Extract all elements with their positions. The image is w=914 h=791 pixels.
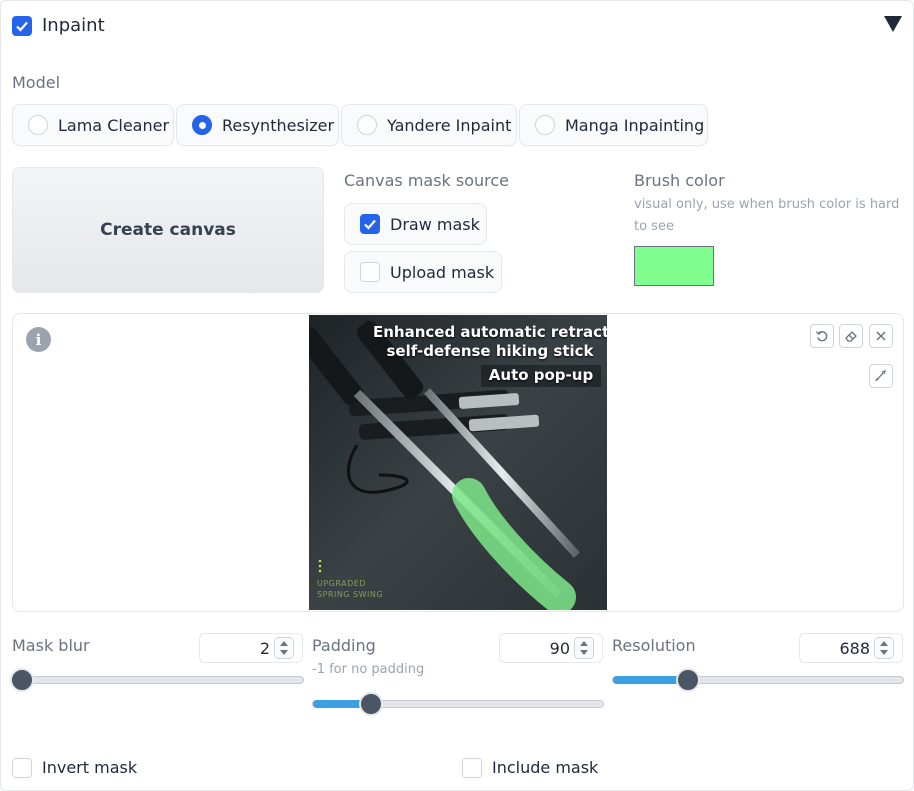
draw-mask-label: Draw mask — [390, 214, 480, 234]
eraser-icon[interactable] — [839, 324, 863, 348]
image-caption-line2: self-defense hiking stick — [386, 342, 594, 360]
resolution-value: 688 — [839, 639, 870, 658]
mask-source-label: Canvas mask source — [344, 171, 510, 190]
brush-color-swatch[interactable] — [634, 246, 714, 286]
image-caption-line3: Auto pop-up — [488, 366, 594, 384]
resolution-label: Resolution — [612, 636, 696, 655]
upload-mask-checkbox[interactable]: Upload mask — [344, 251, 502, 293]
brush-color-info: visual only, use when brush color is har… — [634, 197, 900, 234]
invert-mask-label[interactable]: Invert mask — [42, 758, 137, 777]
checkbox-checked-icon — [360, 214, 380, 234]
image-small-text1: UPGRADED — [317, 579, 366, 588]
upload-mask-label: Upload mask — [390, 262, 495, 282]
mask-blur-slider[interactable] — [9, 668, 304, 692]
padding-label: Padding — [312, 636, 376, 655]
mask-blur-input[interactable]: 2 — [199, 633, 303, 663]
create-canvas-button[interactable]: Create canvas — [12, 167, 324, 293]
mask-blur-thumb[interactable] — [9, 668, 34, 692]
resolution-input[interactable]: 688 — [799, 633, 903, 663]
model-option-manga-inpainting[interactable]: Manga Inpainting — [519, 104, 708, 146]
image-caption-line1: Enhanced automatic retractable — [373, 323, 607, 341]
checkbox-icon — [360, 262, 380, 282]
radio-icon — [357, 115, 377, 135]
collapse-triangle-icon[interactable] — [884, 16, 902, 32]
model-label: Model — [12, 73, 61, 92]
inpaint-title[interactable]: Inpaint — [42, 15, 105, 36]
canvas-image[interactable]: Enhanced automatic retractable self-defe… — [309, 315, 607, 610]
draw-mask-checkbox[interactable]: Draw mask — [344, 203, 487, 245]
radio-selected-icon — [192, 115, 212, 135]
include-mask-label[interactable]: Include mask — [492, 758, 598, 777]
resolution-slider[interactable] — [612, 668, 904, 692]
padding-stepper[interactable] — [574, 637, 594, 659]
checkmark-icon — [16, 21, 28, 32]
resolution-stepper[interactable] — [874, 637, 894, 659]
padding-input[interactable]: 90 — [499, 633, 603, 663]
model-option-label: Resynthesizer — [222, 115, 335, 135]
mask-blur-stepper[interactable] — [274, 637, 294, 659]
inpaint-enable-checkbox[interactable] — [12, 16, 32, 36]
invert-mask-checkbox[interactable] — [12, 758, 32, 778]
mask-blur-value: 2 — [259, 639, 270, 658]
brush-icon[interactable] — [869, 364, 893, 388]
model-option-lama-cleaner[interactable]: Lama Cleaner — [12, 104, 174, 146]
radio-icon — [28, 115, 48, 135]
model-option-label: Manga Inpainting — [565, 115, 705, 135]
model-option-label: Yandere Inpaint — [387, 115, 512, 135]
padding-thumb[interactable] — [359, 692, 383, 716]
model-option-label: Lama Cleaner — [58, 115, 170, 135]
undo-icon[interactable] — [810, 324, 834, 348]
padding-slider[interactable] — [312, 692, 604, 716]
include-mask-checkbox[interactable] — [462, 758, 482, 778]
brush-color-label: Brush color — [634, 171, 725, 190]
model-option-resynthesizer[interactable]: Resynthesizer — [176, 104, 339, 146]
padding-info: -1 for no padding — [312, 662, 425, 677]
info-icon[interactable]: i — [26, 327, 51, 352]
model-option-yandere-inpaint[interactable]: Yandere Inpaint — [341, 104, 517, 146]
close-icon[interactable] — [869, 324, 893, 348]
mask-blur-label: Mask blur — [12, 636, 90, 655]
padding-value: 90 — [549, 639, 570, 658]
radio-icon — [535, 115, 555, 135]
image-small-text2: SPRING SWING — [317, 590, 384, 599]
